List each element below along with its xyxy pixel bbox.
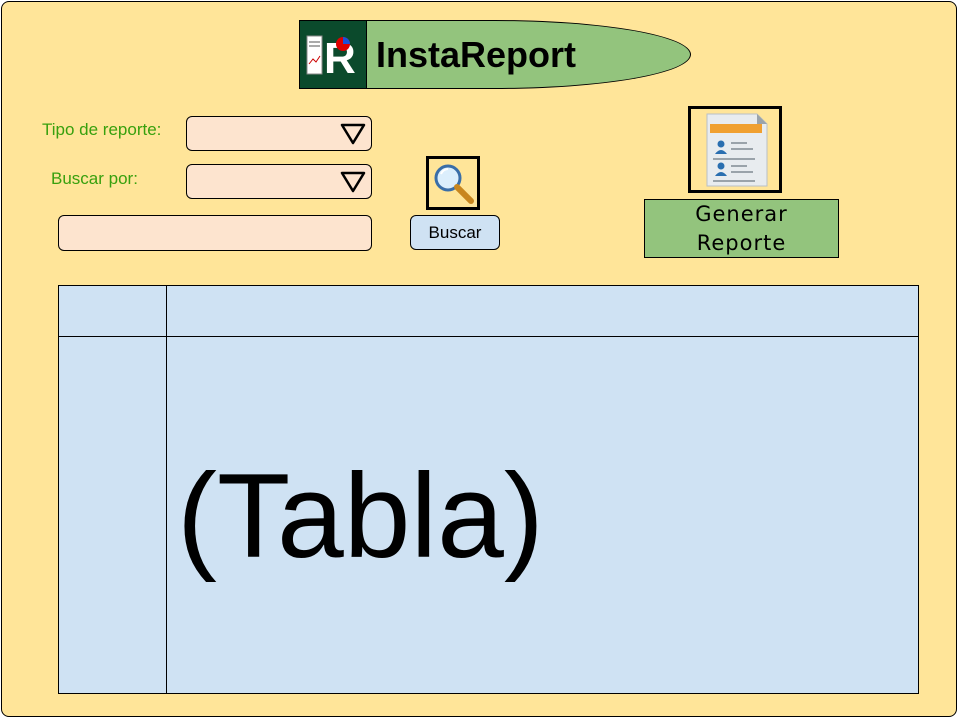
search-by-dropdown[interactable]: [186, 164, 372, 199]
search-button[interactable]: Buscar: [410, 215, 500, 250]
app-title: InstaReport: [376, 34, 577, 75]
generate-report-label-line1: Generar: [695, 202, 788, 226]
triangle-down-icon: [340, 171, 366, 193]
app-window: R InstaReport Tipo de reporte: Buscar po…: [1, 1, 957, 717]
triangle-down-icon: [340, 123, 366, 145]
instareport-logo-icon: R: [299, 20, 367, 89]
table-placeholder: (Tabla): [177, 449, 544, 583]
report-type-label: Tipo de reporte:: [42, 120, 162, 139]
report-type-dropdown[interactable]: [186, 116, 372, 151]
magnifier-icon: [434, 164, 474, 204]
report-document-icon: [706, 113, 768, 187]
table-header-divider: [59, 336, 918, 337]
generate-report-label-line2: Reporte: [696, 231, 787, 255]
report-icon-button[interactable]: [688, 106, 782, 193]
search-input[interactable]: [58, 215, 372, 251]
search-by-label: Buscar por:: [51, 169, 138, 188]
magnifier-search-button[interactable]: [426, 156, 480, 210]
table-column-divider: [166, 286, 167, 693]
results-table: (Tabla): [58, 285, 919, 694]
generate-report-button[interactable]: Generar Reporte: [644, 199, 839, 258]
